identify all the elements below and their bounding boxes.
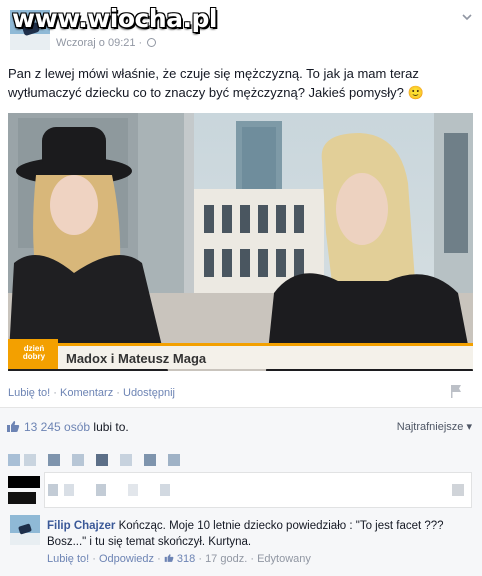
comment-avatar[interactable] xyxy=(10,515,40,545)
comment-link[interactable]: Komentarz xyxy=(60,387,113,399)
chevron-down-icon[interactable] xyxy=(462,12,472,22)
comment-meta: Lubię to! · Odpowiedz · 318 · 17 godz. ·… xyxy=(47,553,311,565)
globe-icon xyxy=(147,38,157,47)
photo-caption: Madox i Mateusz Maga xyxy=(66,351,207,366)
like-link[interactable]: Lubię to! xyxy=(8,387,50,399)
comment-reply-link[interactable]: Odpowiedz xyxy=(99,553,154,565)
photo-logo: dzień dobry xyxy=(22,344,46,361)
comment-time[interactable]: 17 godz. xyxy=(205,553,247,565)
thumbs-up-icon xyxy=(164,554,174,562)
post-action-bar: Lubię to! · Komentarz · Udostępnij xyxy=(8,387,175,399)
comment-item: Filip Chajzer Kończąc. Moje 10 letnie dz… xyxy=(0,510,482,576)
share-link[interactable]: Udostępnij xyxy=(123,387,175,399)
likes-count[interactable]: 13 245 osób lubi to. xyxy=(24,420,129,434)
flag-icon[interactable] xyxy=(450,384,462,398)
comment-edited[interactable]: Edytowany xyxy=(257,553,311,565)
comment-author-link[interactable]: Filip Chajzer xyxy=(47,520,115,532)
post-header: www.wiocha.pl Wczoraj o 09:21 · xyxy=(0,0,482,60)
post-timestamp[interactable]: Wczoraj o 09:21 · xyxy=(56,37,157,49)
caret-down-icon: ▾ xyxy=(466,421,472,433)
comment-body: Filip Chajzer Kończąc. Moje 10 letnie dz… xyxy=(47,518,472,550)
comment-like-count[interactable]: 318 xyxy=(177,553,195,565)
thumbs-up-icon xyxy=(7,421,20,432)
comment-sort-dropdown[interactable]: Najtrafniejsze ▾ xyxy=(397,420,472,433)
comment-like-link[interactable]: Lubię to! xyxy=(47,553,89,565)
post-text: Pan z lewej mówi właśnie, że czuje się m… xyxy=(8,66,424,100)
photo-image xyxy=(8,113,473,371)
watermark-logo: www.wiocha.pl xyxy=(12,4,217,33)
pixelated-comments-area xyxy=(0,444,482,510)
likes-summary-bar: 13 245 osób lubi to. Najtrafniejsze ▾ xyxy=(0,407,482,444)
post-photo[interactable]: dzień dobry Madox i Mateusz Maga xyxy=(8,113,473,371)
